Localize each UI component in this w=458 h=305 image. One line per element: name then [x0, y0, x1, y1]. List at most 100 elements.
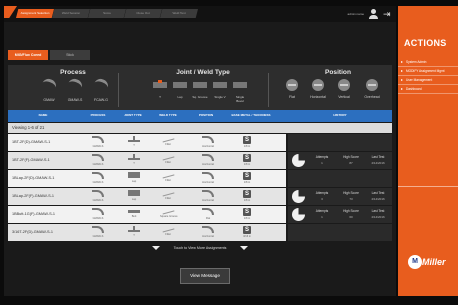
position-value: Horizontal	[202, 199, 214, 202]
weld-cell: Square Groove	[160, 206, 178, 221]
col-name[interactable]: NAME	[8, 110, 78, 122]
table-row[interactable]: 3/16T-2F(D)-GMAW-S-1 GMAW-S T Fillet Hor…	[8, 224, 392, 241]
joint-label: Single V	[214, 95, 226, 99]
process-label: GMAW	[43, 98, 55, 102]
progress-pie-icon	[292, 190, 305, 203]
view-message-button[interactable]: View Message	[180, 268, 230, 284]
position-value: Flat	[205, 217, 211, 220]
action-label: Dashboard	[406, 87, 422, 91]
joint-value: T	[133, 162, 135, 165]
high-score-label: High Score	[343, 209, 359, 213]
view-more-bar[interactable]: Touch to View More Assignments	[8, 244, 392, 252]
action-user-management[interactable]: User Management	[398, 76, 458, 85]
col-weld-type[interactable]: WELD TYPE	[150, 110, 186, 122]
filter-joint-single-bevel[interactable]: Single Bevel	[232, 79, 248, 103]
joint-label: T	[159, 95, 161, 99]
joint-cell: T	[126, 136, 142, 149]
filter-process-gmaw[interactable]: GMAW	[38, 76, 60, 102]
table-row[interactable]: 1BT-2F(D)-GMAW-S-1 GMAW-S T Fillet Horiz…	[8, 134, 392, 151]
assignment-name: 1BButt-1G(F)-GMAW-S-1	[12, 212, 56, 216]
tab-close-out[interactable]: Close Out	[124, 9, 162, 18]
divider	[118, 73, 119, 107]
col-position[interactable]: POSITION	[186, 110, 226, 122]
attempts-stat: Attempts 1	[310, 209, 334, 219]
process-value: GMAW-S	[92, 199, 104, 202]
size-icon: S	[243, 226, 251, 234]
arrow-right-icon	[401, 70, 403, 72]
process-value: GMAW-S	[92, 217, 104, 220]
last-test-label: Last Test	[371, 155, 385, 159]
filter-position-flat[interactable]: Flat	[278, 79, 306, 103]
subtab-mig-label: MIG/Flux Cored	[14, 53, 42, 57]
attempts-stat: Attempts 1	[310, 155, 334, 165]
subtab-mig-flux-cored[interactable]: MIG/Flux Cored	[8, 50, 48, 60]
table-row[interactable]: 1BLap-2F(D)-GMAW-S-1 GMAW-S Lap Fillet H…	[8, 170, 392, 187]
table-row[interactable]: 1BLap-2F(F)-GMAW-S-1 GMAW-S Lap Fillet H…	[8, 188, 392, 205]
actions-panel: ACTIONS System Admin MODIFY Assignment M…	[398, 6, 458, 296]
process-value: GMAW-S	[92, 145, 104, 148]
subtab-stick[interactable]: Stick	[50, 50, 90, 60]
weld-cell: Fillet	[160, 188, 176, 203]
last-test-stat: Last Test 4/14/2016	[366, 191, 390, 201]
tab-score[interactable]: Score	[88, 9, 126, 18]
logout-icon[interactable]: ⇥	[383, 9, 392, 19]
tab-weld-session[interactable]: Weld Session	[52, 9, 90, 18]
position-cell: Flat	[200, 208, 216, 221]
horizontal-position-icon	[202, 154, 214, 161]
col-joint-type[interactable]: JOINT TYPE	[116, 110, 150, 122]
attempts-value: 1	[321, 161, 323, 165]
position-cell: Horizontal	[200, 172, 216, 185]
miller-logo: Miller	[422, 257, 446, 267]
filter-process-fcaw-g[interactable]: FCAW-G	[90, 76, 112, 102]
position-label: Vertical	[338, 95, 350, 99]
col-history: HISTORY	[333, 113, 347, 118]
high-score-value: 87	[349, 161, 353, 165]
filter-position-overhead[interactable]: Overhead	[358, 79, 386, 103]
filter-process-gmaw-s[interactable]: GMAW-S	[64, 76, 86, 102]
user-icon[interactable]	[369, 9, 378, 19]
joint-value: Lap	[131, 180, 137, 183]
joint-value: Butt	[131, 215, 137, 218]
horizontal-position-icon	[202, 226, 214, 233]
col-process[interactable]: PROCESS	[80, 110, 116, 122]
welding-gun-icon	[92, 154, 104, 161]
single-bevel-icon	[233, 82, 247, 88]
joint-label: Sq. Groove	[192, 95, 208, 99]
filter-position-horizontal[interactable]: Horizontal	[304, 79, 332, 103]
filter-joint-t[interactable]: T	[152, 79, 168, 101]
action-system-admin[interactable]: System Admin	[398, 58, 458, 67]
process-cell: GMAW-S	[90, 172, 106, 185]
attempts-stat: Attempts 3	[310, 191, 334, 201]
size-icon: S	[243, 136, 251, 144]
filter-joint-single-v[interactable]: Single V	[212, 79, 228, 101]
action-assignment-mgmt[interactable]: MODIFY Assignment Mgmt	[398, 67, 458, 76]
tab-weld-test[interactable]: Weld Test	[160, 9, 198, 18]
filter-position-vertical[interactable]: Vertical	[330, 79, 358, 103]
t-joint-icon	[128, 136, 140, 142]
vertical-position-icon	[338, 79, 350, 91]
welding-gun-icon	[40, 76, 58, 95]
t-joint-icon	[128, 226, 140, 232]
position-value: Horizontal	[202, 145, 214, 148]
position-value: Horizontal	[202, 235, 214, 238]
high-score-label: High Score	[343, 191, 359, 195]
action-dashboard[interactable]: Dashboard	[398, 85, 458, 94]
action-label: System Admin	[406, 60, 427, 64]
attempts-value: 1	[321, 215, 323, 219]
process-label: GMAW-S	[67, 98, 83, 102]
table-row[interactable]: 1BT-2F(F)-GMAW-S-1 GMAW-S T Fillet Horiz…	[8, 152, 392, 169]
process-value: GMAW-S	[92, 235, 104, 238]
filter-joint-sq-groove[interactable]: Sq. Groove	[192, 79, 208, 101]
last-test-value: 4/14/2016	[371, 161, 385, 165]
filter-joint-lap[interactable]: Lap	[172, 79, 188, 101]
weld-cell: Fillet	[160, 224, 176, 239]
last-test-value: 4/14/2016	[371, 197, 385, 201]
weld-cell: Fillet	[160, 134, 176, 149]
miller-logo-icon: M	[408, 255, 422, 269]
table-row[interactable]: 1BButt-1G(F)-GMAW-S-1 GMAW-S Butt Square…	[8, 206, 392, 223]
position-cell: Horizontal	[200, 226, 216, 239]
tab-assignment-selection[interactable]: Assignment Selection	[16, 9, 54, 18]
assignment-name: 1BT-2F(F)-GMAW-S-1	[12, 158, 50, 162]
col-base-metal[interactable]: BASE METAL / THICKNESS	[230, 110, 272, 122]
process-value: GMAW-S	[92, 181, 104, 184]
